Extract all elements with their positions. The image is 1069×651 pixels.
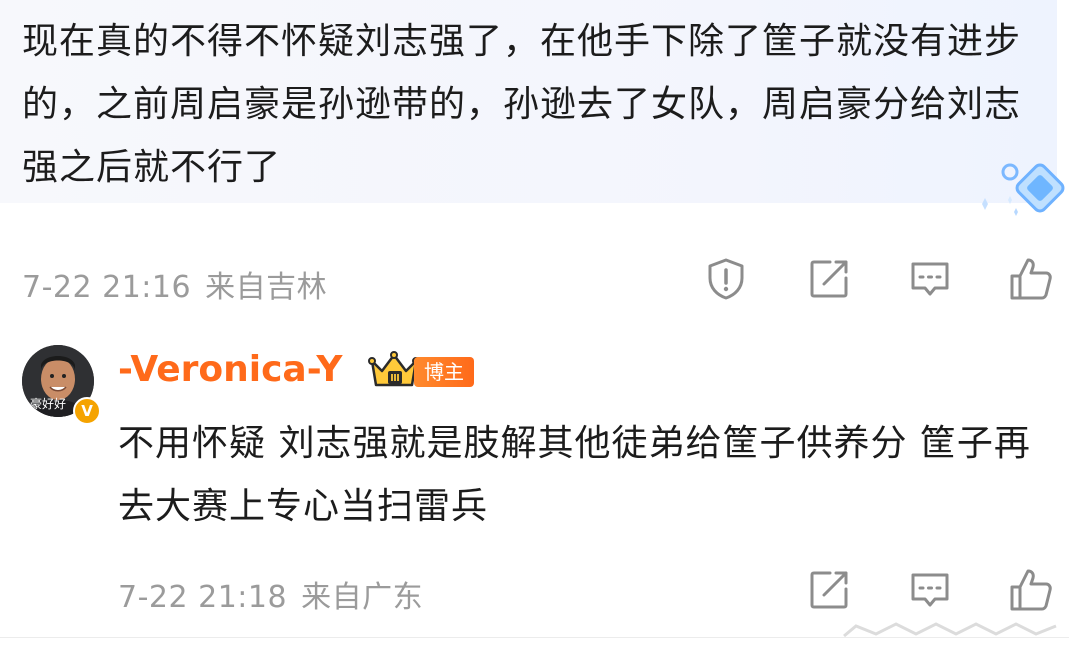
comment-thread: 现在真的不得不怀疑刘志强了，在他手下除了筐子就没有进步的，之前周启豪是孙逊带的，… <box>0 0 1069 651</box>
like-button[interactable] <box>1008 256 1054 302</box>
share-icon <box>810 571 848 609</box>
like-icon <box>1010 258 1052 300</box>
reply-like-button[interactable] <box>1008 567 1054 613</box>
comment-bubble: 现在真的不得不怀疑刘志强了，在他手下除了筐子就没有进步的，之前周启豪是孙逊带的，… <box>0 0 1065 216</box>
reply-location: 来自广东 <box>301 580 424 615</box>
comment-icon <box>911 262 949 296</box>
reply-meta: 7-22 21:18 来自广东 <box>118 572 423 616</box>
share-button[interactable] <box>806 256 852 302</box>
report-icon <box>708 258 744 300</box>
report-button[interactable] <box>703 256 749 302</box>
reply-username[interactable]: -Veronica-Y <box>118 349 342 390</box>
reply-share-button[interactable] <box>806 567 852 613</box>
share-icon <box>810 260 848 298</box>
comment-time: 7-22 21:16 <box>22 270 192 305</box>
comment-location: 来自吉林 <box>205 270 328 305</box>
comment-meta: 7-22 21:16 来自吉林 <box>22 262 327 306</box>
diamond-decoration-icon <box>982 163 1065 216</box>
owner-badge: 博主 <box>414 357 474 387</box>
reply-text: 不用怀疑 刘志强就是肢解其他徒弟给筐子供养分 筐子再去大赛上专心当扫雷兵 <box>118 423 1031 527</box>
verified-badge: V <box>73 397 101 425</box>
comment-text: 现在真的不得不怀疑刘志强了，在他手下除了筐子就没有进步的，之前周启豪是孙逊带的，… <box>22 21 1022 188</box>
crown-icon <box>368 351 420 387</box>
like-icon <box>1010 569 1052 611</box>
avatar-caption: 豪好好 <box>30 397 67 411</box>
reply-comment-button[interactable] <box>907 567 953 613</box>
divider <box>0 637 1069 638</box>
comment-button[interactable] <box>907 256 953 302</box>
scroll-fade-indicator <box>836 614 1061 644</box>
comment-icon <box>911 573 949 607</box>
reply-time: 7-22 21:18 <box>118 580 288 615</box>
